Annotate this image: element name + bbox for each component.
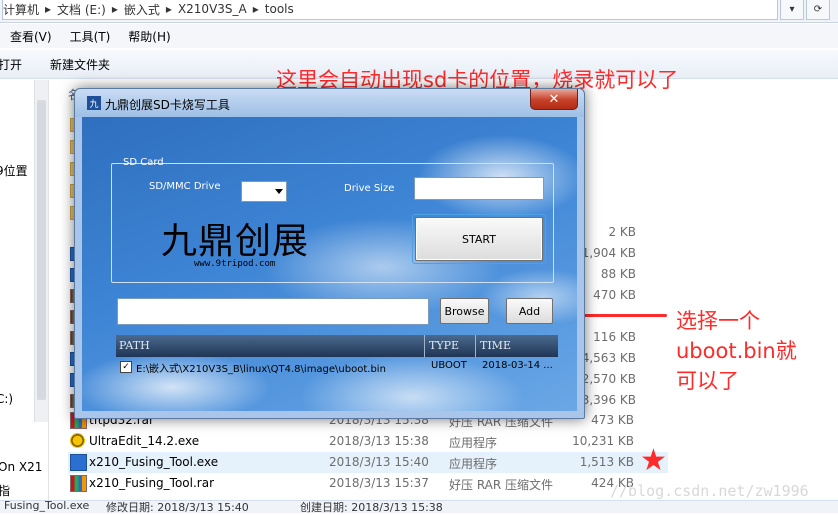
nav-item-partial[interactable]: 指 xyxy=(0,482,10,499)
column-divider[interactable] xyxy=(475,335,476,357)
file-size: 473 KB xyxy=(591,413,634,427)
app-logo-icon: 九 xyxy=(87,96,101,110)
breadcrumb-computer[interactable]: 计算机 xyxy=(3,1,39,18)
breadcrumb-x210[interactable]: X210V3S_A xyxy=(178,2,247,16)
file-row[interactable]: x210_Fusing_Tool.rar 2018/3/13 15:37 好压 … xyxy=(68,473,668,494)
chevron-down-icon xyxy=(275,189,283,194)
file-date: 2018/3/13 15:37 xyxy=(329,476,429,490)
status-file-name: Fusing_Tool.exe xyxy=(4,499,90,512)
breadcrumb-drive[interactable]: 文档 (E:) xyxy=(57,1,106,18)
nav-scrollbar[interactable] xyxy=(34,80,48,422)
address-bar-area: 计算机 ▸ 文档 (E:) ▸ 嵌入式 ▸ X210V3S_A ▸ tools ▾ ⟳ xyxy=(0,0,838,23)
file-size: 10,231 KB xyxy=(572,434,634,448)
image-path-input[interactable] xyxy=(117,298,429,325)
column-header-type[interactable]: TYPE xyxy=(429,339,459,352)
annotation-right: 选择一个 uboot.bin就 可以了 xyxy=(676,306,797,396)
row-type: UBOOT xyxy=(431,360,467,371)
file-date: 2018/3/13 15:38 xyxy=(329,434,429,448)
annotation-right-line-1: 选择一个 xyxy=(676,309,760,333)
image-table: PATH TYPE TIME ✓ E:\嵌入式\X210V3S_B\linux\… xyxy=(116,335,558,411)
add-button[interactable]: Add xyxy=(506,298,553,324)
sd-burn-dialog: 九 九鼎创展SD卡烧写工具 ✕ SD Card SD/MMC Drive Dri… xyxy=(74,88,585,419)
drive-size-field[interactable] xyxy=(414,177,544,200)
nav-item-x21[interactable]: On X21 xyxy=(0,460,42,474)
file-size: 1,513 KB xyxy=(579,455,634,469)
table-row[interactable]: ✓ E:\嵌入式\X210V3S_B\linux\QT4.8\image\ubo… xyxy=(116,359,558,375)
file-type: 应用程序 xyxy=(449,436,498,450)
exe-icon xyxy=(70,454,87,471)
menu-tools[interactable]: 工具(T) xyxy=(70,28,111,45)
address-bar[interactable]: 计算机 ▸ 文档 (E:) ▸ 嵌入式 ▸ X210V3S_A ▸ tools xyxy=(2,0,778,20)
table-header: PATH TYPE TIME xyxy=(116,335,558,357)
rar-icon xyxy=(70,475,87,492)
close-button[interactable]: ✕ xyxy=(530,89,578,110)
menu-view[interactable]: 查看(V) xyxy=(10,28,52,45)
new-folder-button[interactable]: 新建文件夹 xyxy=(50,56,110,73)
watermark: //blog.csdn.net/zw1996 xyxy=(610,482,809,500)
ultraedit-icon xyxy=(70,433,85,448)
status-created: 创建日期: 2018/3/13 15:38 xyxy=(300,501,443,514)
row-time: 2018-03-14 ... xyxy=(482,360,553,371)
annotation-star-icon: ★ xyxy=(640,443,667,478)
column-header-path[interactable]: PATH xyxy=(119,339,150,352)
dialog-title: 九鼎创展SD卡烧写工具 xyxy=(105,98,230,112)
annotation-right-line-3: 可以了 xyxy=(676,369,739,393)
breadcrumb-embedded[interactable]: 嵌入式 xyxy=(124,1,160,18)
brand-url: www.9tripod.com xyxy=(194,259,276,269)
dialog-titlebar[interactable]: 九 九鼎创展SD卡烧写工具 xyxy=(75,89,584,117)
start-button[interactable]: START xyxy=(415,217,543,261)
brand-logo-text: 九鼎创展 xyxy=(161,221,310,262)
address-dropdown-icon[interactable]: ▾ xyxy=(780,0,804,20)
dialog-body: SD Card SD/MMC Drive Drive Size 九鼎创展 www… xyxy=(82,117,577,411)
menu-bar: 查看(V) 工具(T) 帮助(H) xyxy=(0,24,838,48)
nav-item-location[interactable]: 9位置 xyxy=(0,162,28,179)
sd-drive-label: SD/MMC Drive xyxy=(149,181,221,192)
file-type: 应用程序 xyxy=(449,457,498,471)
column-header-time[interactable]: TIME xyxy=(480,339,511,352)
menu-help[interactable]: 帮助(H) xyxy=(128,28,170,45)
sd-drive-select[interactable] xyxy=(241,181,287,202)
file-name: UltraEdit_14.2.exe xyxy=(89,434,200,448)
nav-item-drive-c[interactable]: C:) xyxy=(0,392,13,406)
file-name: x210_Fusing_Tool.rar xyxy=(89,476,215,490)
annotation-right-line-2: uboot.bin就 xyxy=(676,339,797,363)
file-date: 2018/3/13 15:40 xyxy=(329,455,429,469)
nav-scrollbar-thumb[interactable] xyxy=(37,100,46,400)
open-button[interactable]: 打开 xyxy=(0,56,22,73)
status-modified: 修改日期: 2018/3/13 15:40 xyxy=(106,501,249,514)
row-path: E:\嵌入式\X210V3S_B\linux\QT4.8\image\uboot… xyxy=(136,364,386,375)
column-divider[interactable] xyxy=(424,335,425,357)
refresh-icon[interactable]: ⟳ xyxy=(806,0,830,20)
row-checkbox[interactable]: ✓ xyxy=(120,361,132,373)
file-row-selected[interactable]: x210_Fusing_Tool.exe 2018/3/13 15:40 应用程… xyxy=(68,452,668,473)
details-pane: Fusing_Tool.exe 修改日期: 2018/3/13 15:40 创建… xyxy=(0,499,838,514)
file-row[interactable]: UltraEdit_14.2.exe 2018/3/13 15:38 应用程序 … xyxy=(68,431,668,452)
breadcrumb-tools[interactable]: tools xyxy=(265,2,294,16)
file-type: 好压 RAR 压缩文件 xyxy=(449,478,554,492)
browse-button[interactable]: Browse xyxy=(440,298,489,324)
drive-size-label: Drive Size xyxy=(344,183,395,194)
sd-card-group-label: SD Card xyxy=(123,157,164,168)
file-name: x210_Fusing_Tool.exe xyxy=(89,455,219,469)
